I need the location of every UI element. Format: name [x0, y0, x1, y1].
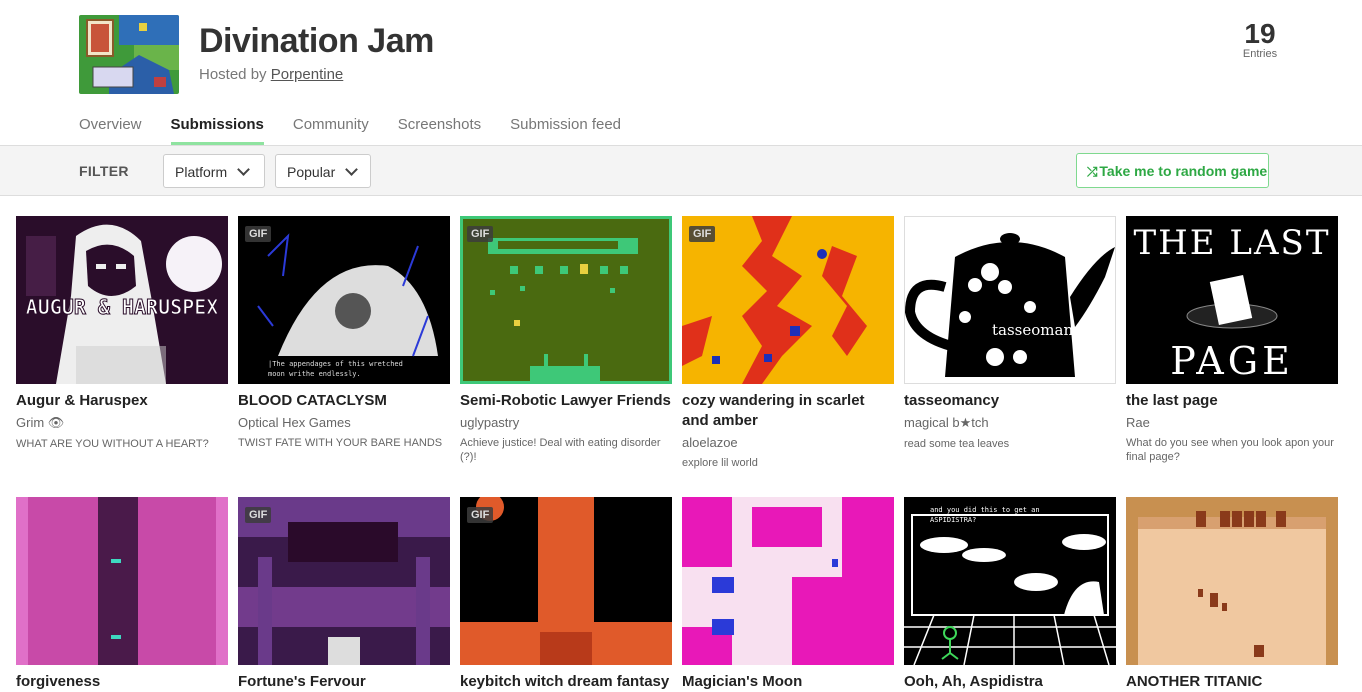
gif-badge: GIF — [245, 226, 272, 242]
game-description: What do you see when you look apon your … — [1126, 437, 1334, 463]
game-title[interactable]: ANOTHER TITANIC — [1126, 672, 1338, 692]
thumb-text-top: THE LAST — [1133, 223, 1330, 263]
game-card[interactable]: GIF Fortune's Fervour — [238, 497, 450, 692]
game-thumbnail[interactable]: tasseomancy — [904, 216, 1116, 384]
game-thumbnail[interactable]: |The appendages of this wretched moon wr… — [238, 216, 450, 384]
game-thumbnail[interactable]: GIF — [460, 216, 672, 384]
game-title[interactable]: BLOOD CATACLYSM — [238, 391, 450, 411]
game-title[interactable]: Fortune's Fervour — [238, 672, 450, 692]
hosted-by-label: Hosted by — [199, 66, 267, 83]
sort-dropdown[interactable]: Popular — [275, 154, 371, 188]
game-card[interactable]: Magician's Moon — [682, 497, 894, 692]
page-title: Divination Jam — [199, 22, 434, 60]
game-card[interactable]: ANOTHER TITANIC — [1126, 497, 1338, 692]
thumb-text: AUGUR & HARUSPEX — [26, 295, 219, 319]
tab-screenshots[interactable]: Screenshots — [398, 112, 481, 146]
filter-label: FILTER — [79, 163, 129, 179]
game-description: Achieve justice! Deal with eating disord… — [460, 437, 661, 463]
entries-stat: 19 Entries — [1225, 18, 1295, 60]
game-title[interactable]: Semi-Robotic Lawyer Friends — [460, 391, 672, 411]
game-author[interactable]: Optical Hex Games — [238, 415, 450, 430]
game-title[interactable]: tasseomancy — [904, 391, 1116, 411]
game-card[interactable]: GIF Semi-Robotic Lawyer Friends uglypast… — [460, 216, 672, 464]
game-card[interactable]: |The appendages of this wretched moon wr… — [238, 216, 450, 450]
gif-badge: GIF — [689, 226, 716, 242]
game-card[interactable]: GIF cozy wandering in scarlet and amber … — [682, 216, 894, 470]
thumb-text-bottom: PAGE — [1170, 339, 1294, 383]
game-description: read some tea leaves — [904, 438, 1010, 450]
tab-submissions[interactable]: Submissions — [170, 112, 265, 146]
shuffle-icon: ⤮ — [1087, 164, 1098, 179]
game-author[interactable]: uglypastry — [460, 415, 672, 430]
platform-dropdown-label: Platform — [175, 164, 228, 180]
game-title[interactable]: forgiveness — [16, 672, 228, 692]
game-card[interactable]: GIF keybitch witch dream fantasy — [460, 497, 672, 692]
svg-text:moon writhe endlessly.: moon writhe endlessly. — [268, 370, 361, 378]
game-thumbnail[interactable]: THE LAST PAGE — [1126, 216, 1338, 384]
chevron-down-icon — [237, 163, 250, 176]
platform-dropdown[interactable]: Platform — [163, 154, 265, 188]
game-card[interactable]: THE LAST PAGE the last page Rae What do … — [1126, 216, 1338, 464]
game-author[interactable]: magical b★tch — [904, 415, 1116, 431]
game-description: explore lil world — [682, 457, 758, 469]
game-title[interactable]: Magician's Moon — [682, 672, 894, 692]
gif-badge: GIF — [467, 226, 494, 242]
game-thumbnail[interactable]: GIF — [460, 497, 672, 665]
game-card[interactable]: tasseomancy tasseomancy magical b★tch re… — [904, 216, 1116, 451]
game-title[interactable]: cozy wandering in scarlet and amber — [682, 391, 894, 431]
filter-bar: FILTER Platform Popular ⤮ Take me to rand… — [0, 145, 1362, 196]
game-title[interactable]: keybitch witch dream fantasy — [460, 672, 672, 692]
game-card[interactable]: AUGUR & HARUSPEX Augur & Haruspex Grim 👁… — [16, 216, 228, 451]
game-card[interactable]: and you did this to get an ASPIDISTRA? O… — [904, 497, 1116, 692]
game-author[interactable]: Grim 👁 — [16, 415, 228, 431]
game-title[interactable]: Augur & Haruspex — [16, 391, 228, 411]
game-title[interactable]: the last page — [1126, 391, 1338, 411]
game-description: TWIST FATE WITH YOUR BARE HANDS — [238, 437, 443, 449]
game-thumbnail[interactable]: GIF — [682, 216, 894, 384]
game-author[interactable]: aloelazoe — [682, 435, 894, 450]
game-thumbnail[interactable]: AUGUR & HARUSPEX — [16, 216, 228, 384]
game-thumbnail[interactable] — [16, 497, 228, 665]
sort-dropdown-label: Popular — [287, 164, 336, 180]
tab-submission-feed[interactable]: Submission feed — [510, 112, 621, 146]
hosted-by: Hosted by Porpentine — [199, 66, 343, 83]
game-thumbnail[interactable]: and you did this to get an ASPIDISTRA? — [904, 497, 1116, 665]
game-author[interactable]: Rae — [1126, 415, 1338, 430]
game-thumbnail[interactable] — [1126, 497, 1338, 665]
gif-badge: GIF — [467, 507, 494, 523]
random-game-label: Take me to random game — [1099, 163, 1268, 179]
game-description: WHAT ARE YOU WITHOUT A HEART? — [16, 438, 209, 450]
entries-label: Entries — [1242, 48, 1278, 60]
gif-badge: GIF — [245, 507, 272, 523]
game-title[interactable]: Ooh, Ah, Aspidistra — [904, 672, 1116, 692]
thumb-text: tasseomancy — [992, 321, 1091, 339]
svg-text:ASPIDISTRA?: ASPIDISTRA? — [930, 516, 976, 524]
svg-text:|The appendages of this wretch: |The appendages of this wretched — [268, 360, 403, 368]
jam-header: Divination Jam Hosted by Porpentine 19 E… — [0, 0, 1362, 108]
tab-overview[interactable]: Overview — [79, 112, 142, 146]
jam-cover-image[interactable] — [79, 15, 179, 94]
game-thumbnail[interactable] — [682, 497, 894, 665]
tab-community[interactable]: Community — [293, 112, 369, 146]
random-game-button[interactable]: ⤮ Take me to random game — [1076, 153, 1269, 188]
svg-text:and you did this to get an: and you did this to get an — [930, 506, 1040, 514]
host-link[interactable]: Porpentine — [271, 66, 344, 83]
game-card[interactable]: forgiveness — [16, 497, 228, 692]
jam-tabs: Overview Submissions Community Screensho… — [79, 112, 650, 146]
chevron-down-icon — [345, 163, 359, 176]
game-thumbnail[interactable]: GIF — [238, 497, 450, 665]
entries-count: 19 — [1244, 18, 1276, 49]
